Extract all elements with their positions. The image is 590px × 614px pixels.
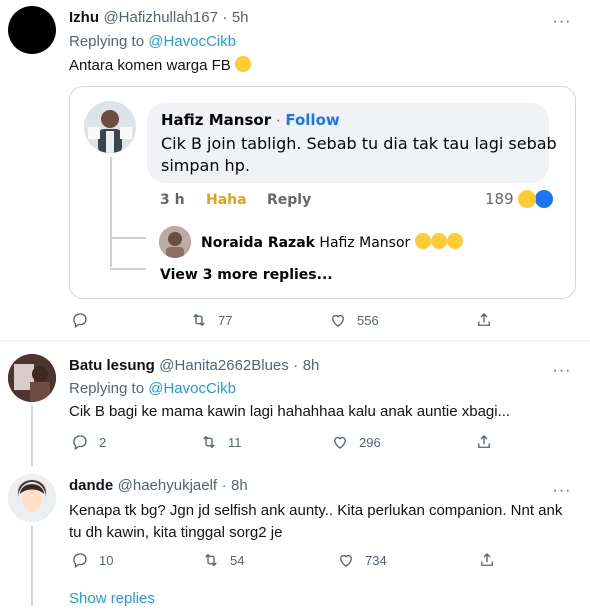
heart-icon bbox=[332, 314, 344, 327]
tweet-text-content: Antara komen warga FB bbox=[69, 57, 231, 74]
retweet-count: 11 bbox=[228, 434, 242, 450]
like-count: 556 bbox=[357, 312, 379, 328]
like-count: 296 bbox=[359, 434, 381, 450]
fb-commenter-avatar bbox=[84, 101, 136, 153]
tweet-text: Kenapa tk bg? Jgn jd selfish ank aunty..… bbox=[69, 500, 562, 544]
fb-reaction-count: 189 bbox=[485, 190, 514, 208]
heart-icon bbox=[334, 436, 346, 449]
fb-reply-avatar bbox=[159, 226, 191, 258]
timestamp[interactable]: 8h bbox=[231, 477, 248, 494]
share-button[interactable] bbox=[475, 311, 493, 329]
fb-comment-age: 3 h bbox=[160, 192, 185, 208]
avatar[interactable] bbox=[8, 6, 56, 54]
retweet-button[interactable]: 11 bbox=[200, 433, 242, 451]
reply-button[interactable]: 2 bbox=[71, 433, 106, 451]
more-icon[interactable]: ··· bbox=[552, 14, 572, 30]
tweet-text-line1: Kenapa tk bg? Jgn jd selfish ank aunty..… bbox=[69, 502, 563, 519]
fb-reply: Noraida Razak Hafiz Mansor bbox=[201, 233, 463, 251]
avatar[interactable] bbox=[8, 474, 56, 522]
separator-dot: · bbox=[222, 9, 228, 26]
like-button[interactable]: 556 bbox=[329, 311, 379, 329]
retweet-count: 77 bbox=[218, 312, 233, 328]
display-name[interactable]: Batu lesung bbox=[69, 357, 155, 374]
thread-line bbox=[31, 526, 33, 606]
fb-reaction-summary: 189 bbox=[485, 189, 554, 209]
like-count: 734 bbox=[365, 552, 387, 568]
replying-to-handle[interactable]: @HavocCikb bbox=[148, 380, 236, 397]
laughing-emoji-icon bbox=[414, 233, 431, 249]
fb-view-more-replies: View 3 more replies... bbox=[160, 267, 333, 283]
share-icon bbox=[478, 435, 490, 448]
timestamp[interactable]: 8h bbox=[303, 357, 320, 374]
like-reaction-icon bbox=[533, 189, 554, 209]
replying-to-handle[interactable]: @HavocCikb bbox=[148, 33, 236, 50]
tweet-header: dande @haehyukjaelf · 8h bbox=[69, 477, 248, 495]
reply-button[interactable]: 10 bbox=[71, 551, 113, 569]
like-button[interactable]: 296 bbox=[331, 433, 381, 451]
laughing-emoji-icon bbox=[430, 233, 447, 249]
fb-comment-line2: simpan hp. bbox=[161, 156, 250, 175]
fb-reply-text: Hafiz Mansor bbox=[319, 235, 411, 251]
tweet-text: Cik B bagi ke mama kawin lagi hahahhaa k… bbox=[69, 403, 511, 420]
display-name[interactable]: dande bbox=[69, 477, 113, 494]
retweet-button[interactable]: 77 bbox=[190, 311, 232, 329]
replying-to-label: Replying to bbox=[69, 33, 149, 50]
reply-button[interactable] bbox=[71, 311, 99, 329]
divider bbox=[0, 340, 590, 341]
fb-thread-branch bbox=[110, 237, 146, 239]
more-icon[interactable]: ··· bbox=[552, 483, 572, 499]
reply-count: 2 bbox=[99, 434, 107, 450]
reply-icon bbox=[73, 553, 87, 569]
tweet-header: Izhu @Hafizhullah167 · 5h bbox=[69, 9, 249, 27]
fb-dot: · bbox=[275, 112, 281, 129]
timestamp[interactable]: 5h bbox=[232, 9, 249, 26]
replying-to: Replying to @HavocCikb bbox=[69, 380, 236, 397]
share-icon bbox=[481, 553, 493, 566]
reply-count: 10 bbox=[99, 552, 114, 568]
haha-reaction-icon bbox=[517, 190, 536, 208]
fb-reply-label: Reply bbox=[267, 192, 312, 208]
reply-icon bbox=[73, 435, 87, 451]
fb-reply-author: Noraida Razak bbox=[201, 235, 315, 251]
replying-to-label: Replying to bbox=[69, 380, 149, 397]
fb-comment-bubble: Hafiz Mansor · Follow Cik B join tabligh… bbox=[147, 103, 557, 183]
tweet-text-line2: tu dh kawin, kita tinggal sorg2 je bbox=[69, 524, 283, 541]
replying-to: Replying to @HavocCikb bbox=[69, 33, 236, 50]
fb-thread-branch bbox=[110, 268, 146, 270]
retweet-icon bbox=[205, 553, 217, 567]
fb-haha-label: Haha bbox=[206, 192, 247, 208]
fb-follow-label: Follow bbox=[285, 111, 340, 129]
share-icon bbox=[478, 313, 490, 326]
username[interactable]: @Hafizhullah167 bbox=[103, 9, 217, 26]
fb-commenter-name: Hafiz Mansor bbox=[161, 111, 272, 129]
share-button[interactable] bbox=[475, 433, 493, 451]
show-replies-link[interactable]: Show replies bbox=[69, 590, 155, 607]
separator-dot: · bbox=[293, 357, 299, 374]
separator-dot: · bbox=[221, 477, 227, 494]
retweet-icon bbox=[203, 435, 215, 449]
retweet-count: 54 bbox=[230, 552, 245, 568]
embedded-image[interactable]: Hafiz Mansor · Follow Cik B join tabligh… bbox=[69, 86, 576, 299]
retweet-button[interactable]: 54 bbox=[202, 551, 244, 569]
tweet-header: Batu lesung @Hanita2662Blues · 8h bbox=[69, 357, 319, 375]
fb-thread-line bbox=[110, 157, 112, 267]
like-button[interactable]: 734 bbox=[337, 551, 387, 569]
laughing-emoji-icon bbox=[234, 56, 251, 72]
tweet-text: Antara komen warga FB bbox=[69, 56, 251, 74]
username[interactable]: @Hanita2662Blues bbox=[159, 357, 288, 374]
display-name[interactable]: Izhu bbox=[69, 9, 99, 26]
share-button[interactable] bbox=[478, 551, 496, 569]
avatar[interactable] bbox=[8, 354, 56, 402]
thread-line bbox=[31, 406, 33, 466]
laughing-emoji-icon bbox=[446, 233, 463, 249]
heart-icon bbox=[340, 554, 352, 567]
fb-comment-line1: Cik B join tabligh. Sebab tu dia tak tau… bbox=[161, 134, 557, 153]
username[interactable]: @haehyukjaelf bbox=[118, 477, 217, 494]
more-icon[interactable]: ··· bbox=[552, 363, 572, 379]
reply-icon bbox=[73, 313, 87, 329]
retweet-icon bbox=[193, 313, 205, 327]
